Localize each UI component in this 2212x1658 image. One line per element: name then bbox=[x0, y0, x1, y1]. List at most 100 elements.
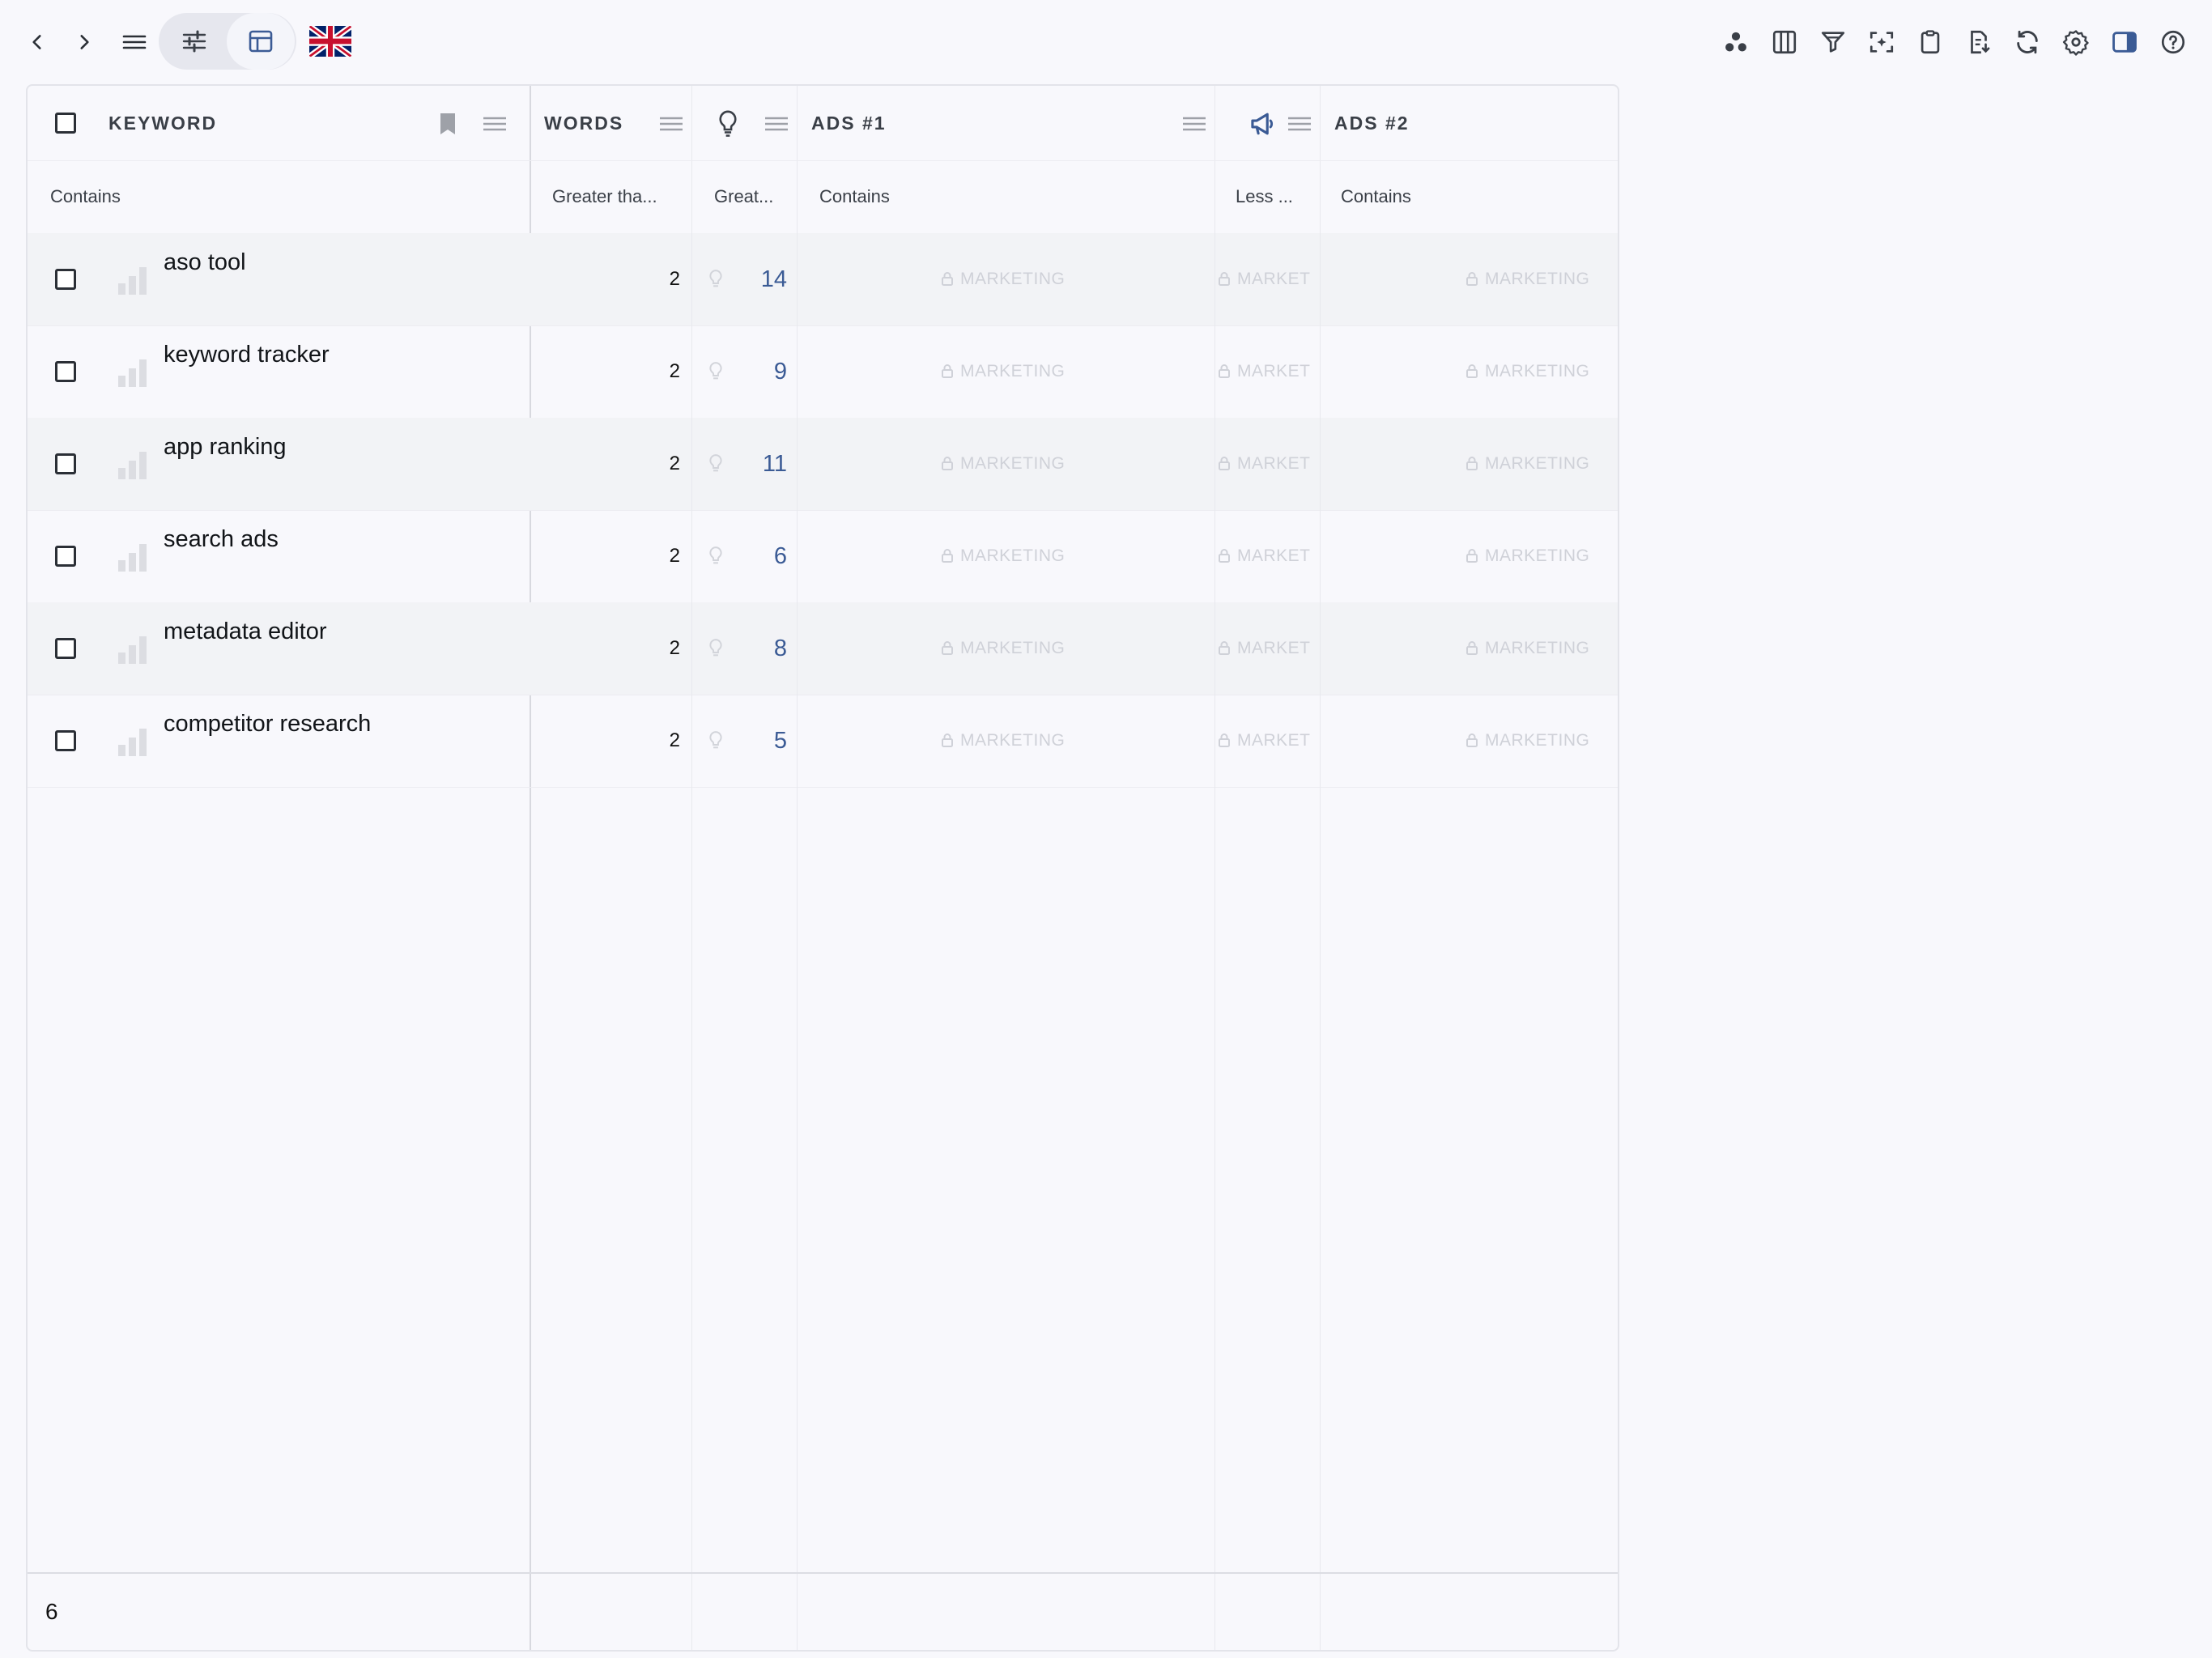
lightbulb-icon bbox=[709, 731, 722, 749]
locked-label: MARKETING bbox=[1485, 639, 1590, 657]
filter-keyword[interactable]: Contains bbox=[50, 160, 504, 233]
locked-label: MARKETING bbox=[1485, 731, 1590, 750]
keyword-text[interactable]: keyword tracker bbox=[164, 342, 330, 368]
table-row[interactable]: competitor research 2 5 MARKETING MARKET… bbox=[28, 695, 1618, 788]
clipboard-button[interactable] bbox=[1911, 23, 1950, 62]
lock-icon bbox=[1219, 272, 1230, 286]
locked-label: MARKET bbox=[1237, 454, 1311, 473]
lock-icon bbox=[942, 272, 953, 286]
menu-icon bbox=[122, 35, 147, 49]
column-menu-icon[interactable] bbox=[763, 110, 790, 138]
filter-ads1[interactable]: Contains bbox=[819, 160, 1208, 233]
locked-ads1-cell[interactable]: MARKETING bbox=[941, 695, 1065, 787]
bookmark-icon[interactable] bbox=[436, 110, 460, 138]
lock-icon bbox=[1219, 364, 1230, 378]
focus-button[interactable] bbox=[1862, 23, 1901, 62]
table-row[interactable]: metadata editor 2 8 MARKETING MARKET MAR… bbox=[28, 602, 1618, 695]
signal-bars-icon bbox=[118, 636, 147, 664]
clusters-button[interactable] bbox=[1716, 23, 1755, 62]
forward-icon bbox=[80, 35, 89, 49]
locked-ads1-cell[interactable]: MARKETING bbox=[941, 325, 1065, 418]
locked-ads-count-cell[interactable]: MARKET bbox=[1218, 233, 1318, 325]
column-menu-icon[interactable] bbox=[1180, 110, 1208, 138]
col-divider bbox=[797, 233, 798, 1650]
table-row[interactable]: aso tool 2 14 MARKETING MARKET MARKETING bbox=[28, 233, 1618, 326]
table-row[interactable]: app ranking 2 11 MARKETING MARKET MARKET… bbox=[28, 418, 1618, 511]
filter-words[interactable]: Greater tha... bbox=[552, 160, 687, 233]
filters-toggle-button[interactable] bbox=[160, 13, 228, 70]
locked-ads-count-cell[interactable]: MARKET bbox=[1218, 602, 1318, 695]
filter-button[interactable] bbox=[1814, 23, 1853, 62]
words-count: 2 bbox=[669, 729, 680, 751]
lock-icon bbox=[1466, 549, 1478, 563]
locked-ads2-cell[interactable]: MARKETING bbox=[1465, 233, 1589, 325]
locked-ads2-cell[interactable]: MARKETING bbox=[1465, 418, 1589, 510]
select-all-checkbox[interactable] bbox=[55, 113, 76, 134]
filter-ads2[interactable]: Contains bbox=[1341, 160, 1600, 233]
lightbulb-icon[interactable] bbox=[714, 108, 742, 139]
table-footer: 6 bbox=[28, 1572, 1618, 1650]
locked-ads2-cell[interactable]: MARKETING bbox=[1465, 602, 1589, 695]
column-menu-icon[interactable] bbox=[1286, 110, 1313, 138]
back-icon bbox=[32, 35, 41, 49]
lightbulb-icon bbox=[709, 546, 722, 564]
locked-ads-count-cell[interactable]: MARKET bbox=[1218, 325, 1318, 418]
locked-label: MARKET bbox=[1237, 731, 1311, 750]
lock-icon bbox=[942, 364, 953, 378]
keyword-text[interactable]: metadata editor bbox=[164, 619, 327, 645]
settings-button[interactable] bbox=[2057, 23, 2095, 62]
column-header-words[interactable]: WORDS bbox=[544, 86, 623, 160]
refresh-button[interactable] bbox=[2008, 23, 2047, 62]
table-row[interactable]: keyword tracker 2 9 MARKETING MARKET MAR… bbox=[28, 325, 1618, 419]
back-button[interactable] bbox=[16, 21, 58, 63]
row-checkbox[interactable] bbox=[55, 638, 76, 659]
locked-ads2-cell[interactable]: MARKETING bbox=[1465, 695, 1589, 787]
sidebar-toggle-button[interactable] bbox=[2105, 23, 2144, 62]
row-checkbox[interactable] bbox=[55, 730, 76, 751]
menu-button[interactable] bbox=[113, 21, 155, 63]
locked-ads2-cell[interactable]: MARKETING bbox=[1465, 510, 1589, 602]
columns-button[interactable] bbox=[1765, 23, 1804, 62]
export-button[interactable] bbox=[1959, 23, 1998, 62]
lock-icon bbox=[1466, 272, 1478, 286]
uk-flag-icon[interactable] bbox=[309, 26, 351, 57]
row-checkbox[interactable] bbox=[55, 546, 76, 567]
locked-ads-count-cell[interactable]: MARKET bbox=[1218, 418, 1318, 510]
help-button[interactable] bbox=[2154, 23, 2193, 62]
locked-ads1-cell[interactable]: MARKETING bbox=[941, 233, 1065, 325]
column-header-ads1[interactable]: ADS #1 bbox=[811, 86, 887, 160]
row-checkbox[interactable] bbox=[55, 361, 76, 382]
lock-icon bbox=[1219, 641, 1230, 655]
signal-bars-icon bbox=[118, 359, 147, 387]
lock-icon bbox=[1219, 733, 1230, 747]
locked-label: MARKETING bbox=[1485, 362, 1590, 380]
table-toggle-button[interactable] bbox=[227, 13, 295, 70]
column-header-ads2[interactable]: ADS #2 bbox=[1334, 86, 1410, 160]
locked-ads-count-cell[interactable]: MARKET bbox=[1218, 695, 1318, 787]
keyword-text[interactable]: aso tool bbox=[164, 249, 246, 276]
locked-ads-count-cell[interactable]: MARKET bbox=[1218, 510, 1318, 602]
keyword-text[interactable]: competitor research bbox=[164, 711, 371, 738]
keyword-text[interactable]: search ads bbox=[164, 526, 279, 553]
locked-label: MARKET bbox=[1237, 362, 1311, 380]
locked-ads2-cell[interactable]: MARKETING bbox=[1465, 325, 1589, 418]
column-menu-icon[interactable] bbox=[481, 110, 508, 138]
megaphone-icon[interactable] bbox=[1249, 110, 1278, 138]
forward-button[interactable] bbox=[63, 21, 105, 63]
kei-value: 5 bbox=[773, 728, 787, 754]
filter-row: Contains Greater tha... Great... Contain… bbox=[28, 160, 1618, 235]
keyword-text[interactable]: app ranking bbox=[164, 434, 287, 461]
table-row[interactable]: search ads 2 6 MARKETING MARKET MARKETIN… bbox=[28, 510, 1618, 603]
filter-ads-count[interactable]: Less ... bbox=[1236, 160, 1315, 233]
locked-ads1-cell[interactable]: MARKETING bbox=[941, 418, 1065, 510]
filter-kei[interactable]: Great... bbox=[714, 160, 792, 233]
column-menu-icon[interactable] bbox=[657, 110, 685, 138]
columns-icon bbox=[1772, 30, 1797, 54]
row-checkbox[interactable] bbox=[55, 453, 76, 474]
words-count: 2 bbox=[669, 545, 680, 567]
locked-ads1-cell[interactable]: MARKETING bbox=[941, 602, 1065, 695]
row-checkbox[interactable] bbox=[55, 269, 76, 290]
locked-ads1-cell[interactable]: MARKETING bbox=[941, 510, 1065, 602]
table-icon bbox=[249, 30, 273, 53]
column-header-keyword[interactable]: KEYWORD bbox=[108, 86, 217, 160]
